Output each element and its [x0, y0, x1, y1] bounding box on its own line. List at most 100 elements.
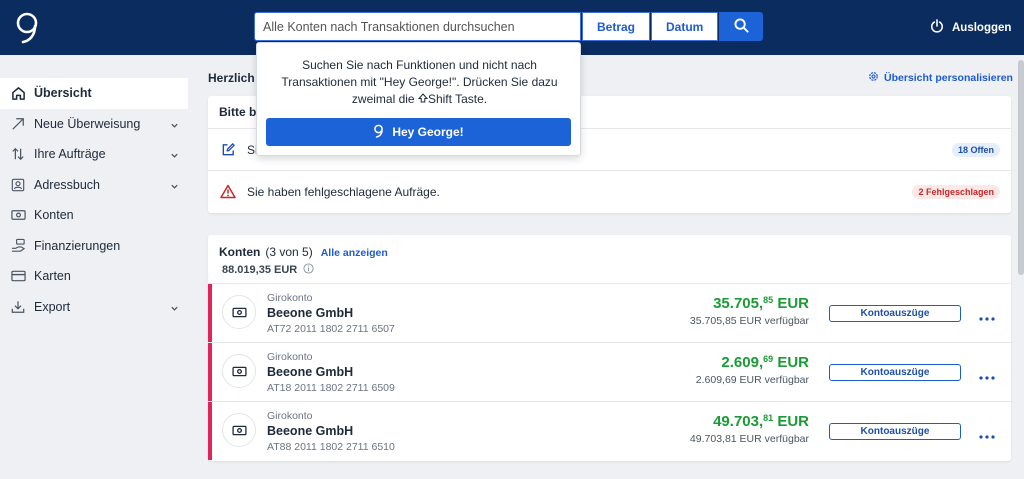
sidebar-item-label: Neue Überweisung — [34, 116, 141, 131]
total-amount: 88.019,35 EUR — [222, 264, 298, 276]
transfer-arrows-icon — [10, 146, 26, 162]
account-color-bar — [208, 343, 212, 401]
hint-line-start: zweimal die — [351, 92, 418, 106]
statements-button[interactable]: Kontoauszüge — [829, 423, 961, 440]
greeting-heading: Herzlich — [208, 71, 255, 85]
balance-currency: EUR — [777, 295, 809, 312]
account-balance: 49.703,81 EUR — [713, 413, 809, 430]
power-icon — [930, 19, 944, 36]
sidebar-item-export[interactable]: Export — [0, 292, 190, 323]
chevron-down-icon — [170, 149, 179, 163]
account-color-bar — [208, 284, 212, 342]
logout-label: Ausloggen — [952, 21, 1012, 34]
account-iban: AT18 2011 1802 2711 6509 — [267, 382, 395, 394]
account-balance: 35.705,85 EUR — [713, 295, 809, 312]
george-logo-icon[interactable] — [12, 9, 42, 45]
account-name: Beeone GmbH — [267, 365, 354, 379]
hey-george-label: Hey George! — [392, 125, 464, 139]
sidebar-item-label: Export — [34, 299, 71, 314]
account-iban: AT88 2011 1802 2711 6510 — [267, 441, 395, 453]
account-color-bar — [208, 402, 212, 460]
search-button[interactable] — [719, 12, 764, 41]
sidebar-item-overview[interactable]: Übersicht — [0, 78, 188, 109]
account-type: Girokonto — [267, 351, 313, 363]
account-name: Beeone GmbH — [267, 306, 354, 320]
account-iban: AT72 2011 1802 2711 6507 — [267, 323, 395, 335]
accounts-total: 88.019,35 EUR — [222, 263, 314, 277]
balance-cents: 69 — [763, 354, 774, 364]
george-logo-icon — [373, 124, 384, 141]
account-row[interactable]: Girokonto Beeone GmbH AT72 2011 1802 271… — [208, 283, 1011, 342]
task-row-failed[interactable]: Sie haben fehlgeschlagene Aufräge. 2 Feh… — [208, 170, 1011, 212]
available-balance: 35.705,85 EUR verfügbar — [689, 315, 809, 327]
sidebar-item-label: Finanzierungen — [34, 238, 121, 253]
accounts-title: Konten — [219, 245, 261, 259]
banknote-icon — [222, 354, 256, 388]
balance-currency: EUR — [777, 354, 809, 371]
search-input[interactable] — [254, 12, 581, 41]
account-type: Girokonto — [267, 292, 313, 304]
account-type: Girokonto — [267, 410, 313, 422]
gear-icon — [868, 71, 879, 85]
accounts-card: Konten (3 von 5) Alle anzeigen 88.019,35… — [208, 235, 1011, 461]
date-filter-button[interactable]: Datum — [651, 12, 719, 41]
more-options-icon[interactable] — [979, 426, 995, 444]
sidebar-item-label: Karten — [34, 269, 71, 284]
sidebar-item-label: Konten — [34, 208, 74, 223]
search-icon — [734, 17, 749, 36]
shift-key-icon — [417, 92, 429, 106]
banknote-icon — [10, 207, 26, 223]
hand-money-icon — [10, 238, 26, 254]
hint-line: Suchen Sie nach Funktionen und nicht nac… — [302, 58, 537, 72]
more-options-icon[interactable] — [979, 367, 995, 385]
page-scrollbar[interactable] — [1018, 60, 1024, 275]
sidebar-item-financing[interactable]: Finanzierungen — [0, 231, 190, 262]
hint-line: Transaktionen mit "Hey George!". Drücken… — [281, 75, 558, 89]
sidebar-item-label: Adressbuch — [34, 177, 101, 192]
download-icon — [10, 299, 26, 315]
open-count-badge: 18 Offen — [951, 143, 1000, 157]
home-icon — [10, 85, 26, 101]
sidebar-item-label: Ihre Aufträge — [34, 147, 106, 162]
account-row[interactable]: Girokonto Beeone GmbH AT18 2011 1802 271… — [208, 342, 1011, 401]
sidebar-item-accounts[interactable]: Konten — [0, 200, 190, 231]
balance-cents: 81 — [763, 413, 774, 423]
available-balance: 2.609,69 EUR verfügbar — [695, 374, 809, 386]
chevron-down-icon — [170, 180, 179, 194]
balance-currency: EUR — [777, 413, 809, 430]
hint-line-end: Shift Taste. — [427, 92, 488, 106]
hint-line: zweimal die Shift Taste. — [273, 91, 566, 108]
popover-hint-text: Suchen Sie nach Funktionen und nicht nac… — [273, 57, 566, 108]
more-options-icon[interactable] — [979, 308, 995, 326]
account-row[interactable]: Girokonto Beeone GmbH AT88 2011 1802 271… — [208, 401, 1011, 460]
sidebar-item-address-book[interactable]: Adressbuch — [0, 170, 190, 201]
balance-main: 35.705, — [713, 295, 764, 312]
show-all-accounts-link[interactable]: Alle anzeigen — [321, 247, 388, 259]
account-name: Beeone GmbH — [267, 424, 354, 438]
contact-card-icon — [10, 177, 26, 193]
sidebar: Übersicht Neue Überweisung Ihre Aufträge… — [0, 78, 190, 322]
credit-card-icon — [10, 268, 26, 284]
chevron-down-icon — [170, 119, 179, 133]
sidebar-item-orders[interactable]: Ihre Aufträge — [0, 139, 190, 170]
sidebar-item-cards[interactable]: Karten — [0, 261, 190, 292]
hey-george-button[interactable]: Hey George! — [266, 118, 571, 146]
sidebar-item-new-transfer[interactable]: Neue Überweisung — [0, 109, 190, 140]
statements-button[interactable]: Kontoauszüge — [829, 305, 961, 322]
personalize-overview-link[interactable]: Übersicht personalisieren — [868, 71, 1013, 85]
accounts-header: Konten (3 von 5) Alle anzeigen — [219, 245, 388, 259]
failed-count-badge: 2 Fehlgeschlagen — [912, 185, 1000, 199]
account-balance: 2.609,69 EUR — [721, 354, 809, 371]
arrow-up-right-icon — [10, 116, 26, 132]
banknote-icon — [222, 295, 256, 329]
balance-main: 49.703, — [713, 413, 764, 430]
search-bar: Betrag Datum — [254, 12, 764, 41]
accounts-count: (3 von 5) — [265, 245, 313, 259]
info-icon[interactable] — [303, 263, 314, 277]
search-suggestion-popover: Suchen Sie nach Funktionen und nicht nac… — [256, 42, 581, 156]
statements-button[interactable]: Kontoauszüge — [829, 364, 961, 381]
logout-button[interactable]: Ausloggen — [930, 19, 1011, 36]
available-balance: 49.703,81 EUR verfügbar — [689, 433, 809, 445]
warning-icon — [220, 184, 236, 200]
amount-filter-button[interactable]: Betrag — [582, 12, 651, 41]
